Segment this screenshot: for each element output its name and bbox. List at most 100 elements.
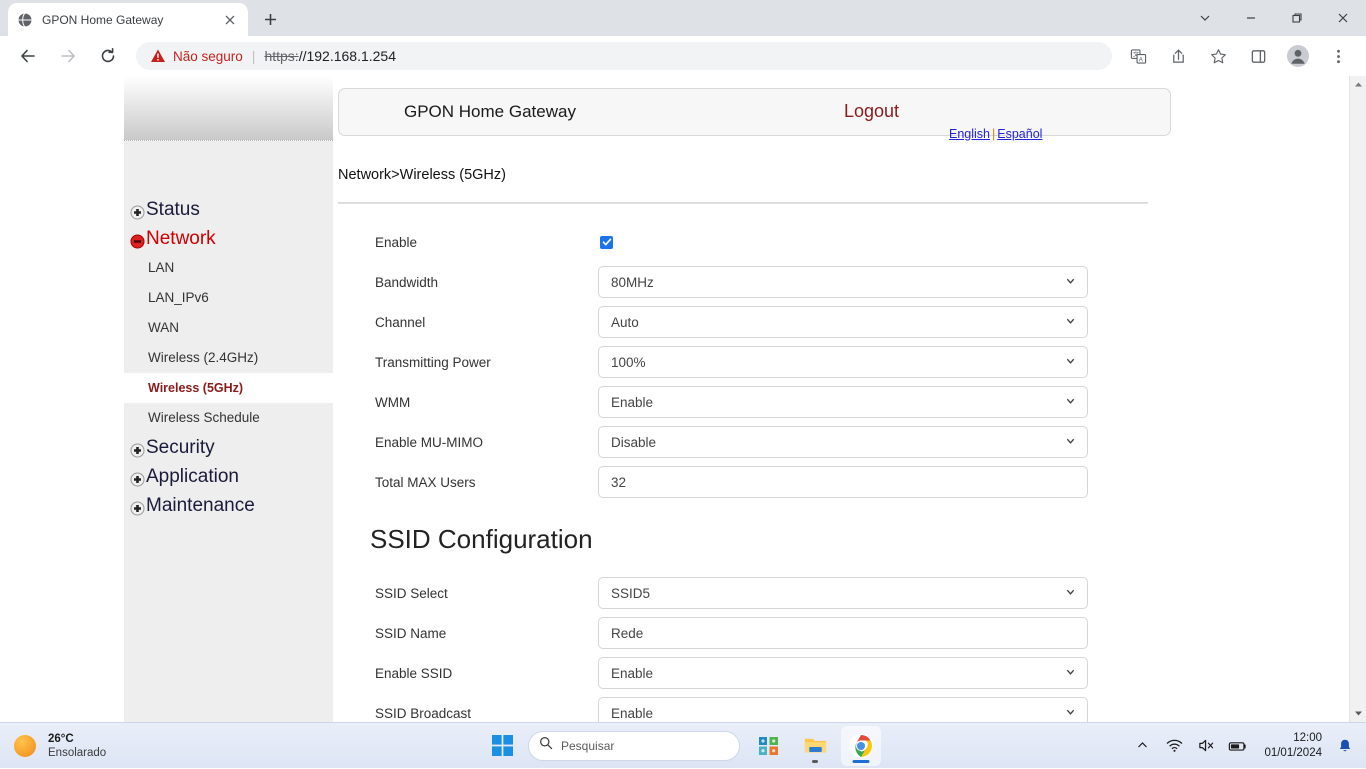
omnibox-separator: | <box>251 48 256 64</box>
back-arrow-icon[interactable] <box>13 41 43 71</box>
mu-mimo-select[interactable]: Disable <box>598 426 1088 458</box>
field-label: SSID Broadcast <box>375 705 472 721</box>
widgets-icon[interactable] <box>749 726 789 766</box>
star-icon[interactable] <box>1203 41 1233 71</box>
sidebar-item-label: Application <box>146 466 239 487</box>
warning-triangle-icon[interactable] <box>150 48 166 64</box>
scrollbar-thumb[interactable] <box>1351 93 1366 243</box>
input-value: 32 <box>611 474 627 490</box>
search-input[interactable]: Pesquisar <box>528 730 740 761</box>
chrome-browser-window: GPON Home Gateway Não seguro | https://1… <box>0 0 1366 722</box>
translate-icon[interactable]: 文 A <box>1123 41 1153 71</box>
forward-arrow-icon <box>53 41 83 71</box>
language-spanish-link[interactable]: Español <box>997 127 1042 141</box>
sidebar-item-label: Maintenance <box>146 495 255 516</box>
form-row-mu-mimo: Enable MU-MIMO Disable <box>338 422 1148 462</box>
taskbar-clock[interactable]: 12:00 01/01/2024 <box>1264 731 1322 761</box>
weather-widget[interactable]: 26°C Ensolarado <box>0 732 300 760</box>
field-label: Bandwidth <box>375 274 439 290</box>
browser-toolbar: Não seguro | https://192.168.1.254 文 A <box>0 36 1366 76</box>
wmm-select[interactable]: Enable <box>598 386 1088 418</box>
battery-icon[interactable] <box>1225 733 1251 759</box>
language-switcher: English | Español <box>949 127 1042 141</box>
ssid-name-input[interactable]: Rede <box>598 617 1088 649</box>
windows-start-icon[interactable] <box>482 726 522 766</box>
form-row-transmitting-power: Transmitting Power 100% <box>338 342 1148 382</box>
router-header-bar: GPON Home Gateway Logout English | Español <box>338 88 1171 141</box>
chevron-down-icon <box>1065 355 1076 370</box>
sidebar-item-label: Wireless (5GHz) <box>148 381 244 395</box>
close-icon[interactable] <box>221 11 239 29</box>
enable-checkbox[interactable] <box>600 235 613 249</box>
volume-muted-icon[interactable] <box>1193 733 1219 759</box>
address-bar[interactable]: Não seguro | https://192.168.1.254 <box>136 42 1112 70</box>
close-icon[interactable] <box>1320 0 1366 36</box>
plus-box-icon <box>130 440 145 458</box>
breadcrumb: Network>Wireless (5GHz) <box>338 167 506 183</box>
select-value: Disable <box>611 434 657 450</box>
chevron-up-icon[interactable] <box>1129 733 1155 759</box>
sidebar-item-maintenance[interactable]: Maintenance <box>124 491 333 520</box>
sidebar-item-wan[interactable]: WAN <box>124 313 333 343</box>
chrome-icon[interactable] <box>841 725 881 766</box>
three-dot-menu-icon[interactable] <box>1323 41 1353 71</box>
browser-tab[interactable]: GPON Home Gateway <box>8 3 248 36</box>
ssid-broadcast-select[interactable]: Enable <box>598 697 1088 722</box>
sidebar-item-wireless-schedule[interactable]: Wireless Schedule <box>124 403 333 433</box>
security-status-text: Não seguro <box>173 48 243 64</box>
language-english-link[interactable]: English <box>949 127 990 141</box>
logout-button[interactable]: Logout <box>844 101 899 122</box>
transmitting-power-select[interactable]: 100% <box>598 346 1088 378</box>
chevron-down-icon <box>1065 315 1076 330</box>
sidebar-item-security[interactable]: Security <box>124 433 333 462</box>
enable-ssid-select[interactable]: Enable <box>598 657 1088 689</box>
total-max-users-input[interactable]: 32 <box>598 466 1088 498</box>
scroll-down-arrow-icon[interactable] <box>1350 705 1366 722</box>
restore-icon[interactable] <box>1274 0 1320 36</box>
sidebar-item-lan[interactable]: LAN <box>124 253 333 283</box>
sidebar-item-wireless-5ghz[interactable]: Wireless (5GHz) <box>124 373 333 403</box>
sidebar: Status Network LAN LAN_IPv6 WAN Wireless… <box>124 76 333 722</box>
profile-avatar-icon[interactable] <box>1283 41 1313 71</box>
scroll-up-arrow-icon[interactable] <box>1350 76 1366 93</box>
ssid-configuration-heading: SSID Configuration <box>370 524 593 554</box>
router-admin-page: Status Network LAN LAN_IPv6 WAN Wireless… <box>0 76 1349 722</box>
form-row-enable: Enable <box>338 222 1148 262</box>
sidebar-logo-banner <box>124 76 333 141</box>
bandwidth-select[interactable]: 80MHz <box>598 266 1088 298</box>
page-scrollbar[interactable] <box>1349 76 1366 722</box>
new-tab-button[interactable] <box>256 5 284 33</box>
sidebar-item-application[interactable]: Application <box>124 462 333 491</box>
sidebar-item-wireless-24ghz[interactable]: Wireless (2.4GHz) <box>124 343 333 373</box>
select-value: Auto <box>611 314 639 330</box>
field-control: Auto <box>598 306 1148 338</box>
ssid-select[interactable]: SSID5 <box>598 577 1088 609</box>
sidebar-item-lan-ipv6[interactable]: LAN_IPv6 <box>124 283 333 313</box>
chevron-down-icon <box>1065 666 1076 681</box>
form-row-bandwidth: Bandwidth 80MHz <box>338 262 1148 302</box>
app-running-indicator <box>812 759 818 763</box>
search-icon <box>539 736 553 755</box>
sidebar-item-status[interactable]: Status <box>124 195 333 224</box>
field-control: Rede <box>598 617 1148 649</box>
field-control: SSID5 <box>598 577 1148 609</box>
share-icon[interactable] <box>1163 41 1193 71</box>
select-value: Enable <box>611 665 654 681</box>
side-panel-icon[interactable] <box>1243 41 1273 71</box>
field-label: SSID Select <box>375 585 448 601</box>
select-value: SSID5 <box>611 585 651 601</box>
wifi-icon[interactable] <box>1161 733 1187 759</box>
sidebar-item-label: Security <box>146 437 215 458</box>
toolbar-actions: 文 A <box>1118 41 1358 71</box>
form-row-total-max-users: Total MAX Users 32 <box>338 462 1148 502</box>
sidebar-item-network[interactable]: Network <box>124 224 333 253</box>
globe-icon <box>17 12 33 28</box>
ssid-configuration-form: SSID Select SSID5 SSID Name Rede Enable … <box>338 573 1148 722</box>
chevron-down-icon[interactable] <box>1182 0 1228 36</box>
minimize-icon[interactable] <box>1228 0 1274 36</box>
channel-select[interactable]: Auto <box>598 306 1088 338</box>
file-explorer-icon[interactable] <box>795 726 835 766</box>
reload-icon[interactable] <box>93 41 123 71</box>
bell-icon[interactable] <box>1332 733 1358 759</box>
field-control: Enable <box>598 657 1148 689</box>
